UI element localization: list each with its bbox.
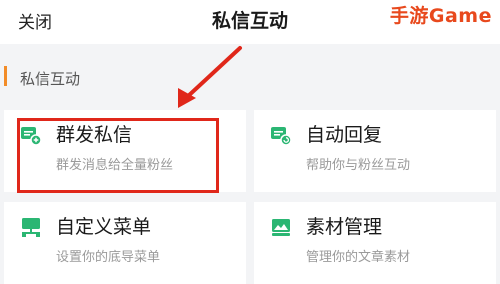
card-material-management[interactable]: 素材管理 管理你的文章素材 <box>254 202 496 284</box>
card-title: 自定义菜单 <box>56 216 152 238</box>
card-description: 设置你的底导菜单 <box>56 250 161 265</box>
watermark-logo: 手游Game <box>389 5 492 27</box>
section-header: 私信互动 <box>0 56 500 108</box>
card-auto-reply[interactable]: 自动回复 帮助你与粉丝互动 <box>254 110 496 192</box>
material-management-icon <box>272 219 290 236</box>
section-title: 私信互动 <box>20 70 81 88</box>
card-description: 帮助你与粉丝互动 <box>306 158 411 173</box>
custom-menu-icon <box>22 218 40 237</box>
section-accent-bar <box>4 66 7 86</box>
card-title: 素材管理 <box>306 216 383 238</box>
card-custom-menu[interactable]: 自定义菜单 设置你的底导菜单 <box>4 202 246 284</box>
highlight-box <box>17 118 219 193</box>
card-description: 管理你的文章素材 <box>306 250 411 265</box>
auto-reply-icon <box>271 127 292 146</box>
card-title: 自动回复 <box>306 124 383 146</box>
